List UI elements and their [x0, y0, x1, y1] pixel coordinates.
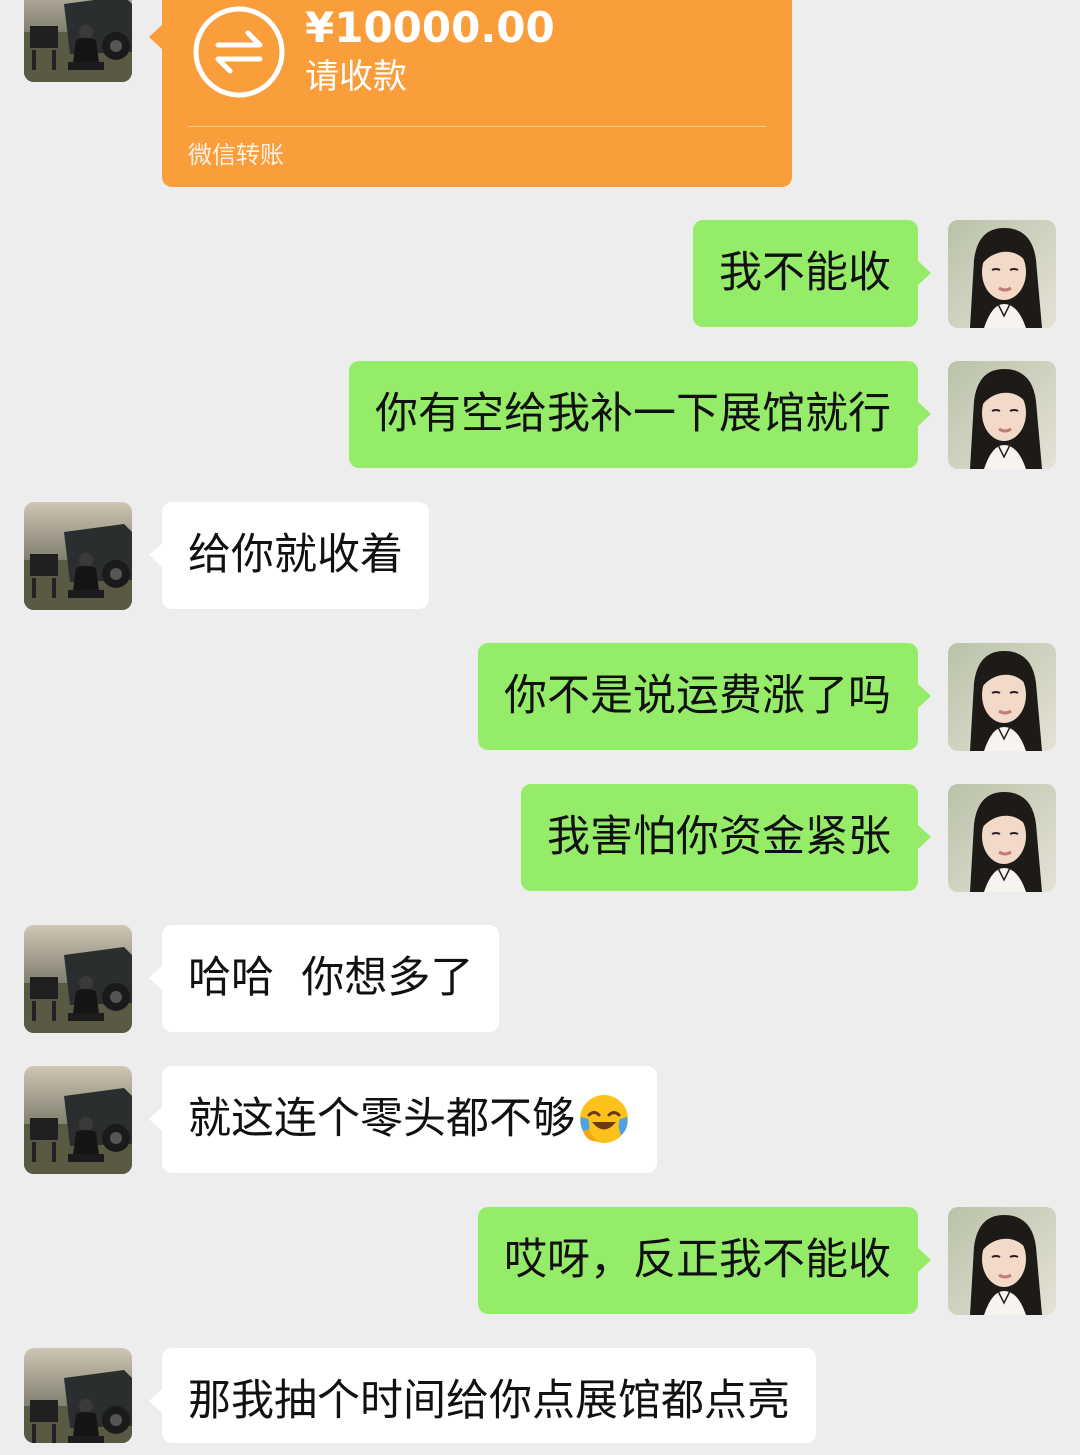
sent-message-bubble[interactable]: 你有空给我补一下展馆就行 — [349, 361, 931, 468]
received-message-bubble[interactable]: 那我抽个时间给你点展馆都点亮 — [149, 1348, 816, 1443]
self-avatar[interactable] — [948, 220, 1056, 328]
transfer-icon — [193, 6, 285, 98]
transfer-amount: ¥10000.00 — [305, 3, 555, 52]
received-message-bubble[interactable]: 哈哈 你想多了 — [148, 925, 500, 1032]
transfer-status: 请收款 — [305, 57, 407, 97]
contact-avatar[interactable] — [24, 1348, 132, 1443]
contact-avatar[interactable] — [24, 925, 132, 1033]
sent-message-bubble[interactable]: 哎呀，反正我不能收 — [478, 1207, 931, 1314]
message-text: 就这连个零头都不够 — [188, 1094, 575, 1144]
self-avatar[interactable] — [948, 784, 1056, 892]
transfer-divider — [188, 126, 766, 127]
sent-message-bubble[interactable]: 你不是说运费涨了吗 — [478, 643, 931, 750]
sent-message-bubble[interactable]: 我害怕你资金紧张 — [521, 784, 931, 891]
sent-message-bubble[interactable]: 我不能收 — [693, 220, 931, 327]
received-message-bubble[interactable]: 给你就收着 — [149, 502, 429, 609]
self-avatar[interactable] — [948, 1207, 1056, 1315]
contact-avatar[interactable] — [24, 0, 132, 82]
contact-avatar[interactable] — [24, 1066, 132, 1174]
transfer-footer: 微信转账 — [188, 141, 284, 169]
self-avatar[interactable] — [948, 361, 1056, 469]
transfer-card[interactable]: ¥10000.00 请收款 微信转账 — [149, 0, 792, 187]
received-message-bubble[interactable]: 就这连个零头都不够 — [149, 1066, 657, 1173]
contact-avatar[interactable] — [24, 502, 132, 610]
self-avatar[interactable] — [948, 643, 1056, 751]
crying-laughing-emoji-icon — [577, 1091, 631, 1145]
